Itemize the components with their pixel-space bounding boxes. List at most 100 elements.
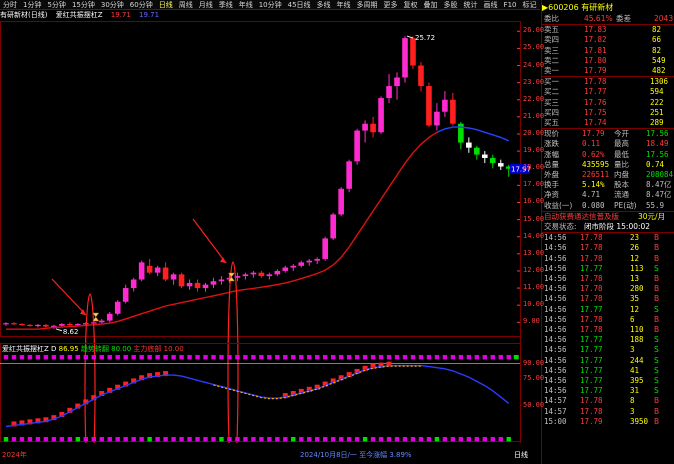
stat-row-5-cell-2: 股本	[614, 180, 629, 190]
period-tab-9[interactable]: 季线	[216, 0, 236, 9]
tick-row-15: 14:56 17.77 31 S	[542, 386, 674, 396]
stat-row-6-cell-0: 净资	[544, 190, 559, 200]
tick-row-10-cell-0: 14:56	[544, 335, 567, 345]
ad-row-cell-0: 自动获费通达信普及版	[544, 211, 619, 221]
candle-body	[362, 123, 368, 131]
kline-chart[interactable]: 25.728.6217.97爱红共振摆杠Z D 86.95 趋势转翻 80.00…	[0, 21, 540, 464]
ask-row-1-cell-0: 卖四	[544, 35, 559, 45]
quote-panel: ▶600206 有研新材 委比 45.61% 委差 2043 卖五 17.83 82 卖四 17.…	[541, 0, 674, 464]
period-tab-16[interactable]: 更多	[381, 0, 401, 9]
indicator-top-marker	[155, 355, 160, 360]
footer-range-label[interactable]: 2024/10月8日/一 至今涨幅 3.89%	[300, 450, 412, 459]
indicator-bottom-marker	[171, 437, 176, 442]
indicator-bottom-marker	[418, 437, 424, 442]
high-marker-line	[406, 35, 414, 39]
indicator-top-marker	[211, 355, 216, 360]
tick-row-1-cell-3: B	[654, 243, 660, 253]
tick-row-1-cell-1: 17.78	[580, 243, 603, 253]
period-tab-14[interactable]: 年线	[334, 0, 354, 9]
period-tab-1[interactable]: 1分钟	[20, 0, 44, 9]
ask-row-0-cell-0: 卖五	[544, 25, 559, 35]
period-tab-10[interactable]: 年线	[236, 0, 256, 9]
candle-body	[67, 324, 73, 326]
tick-row-10-cell-2: 188	[630, 335, 644, 345]
candle-body	[394, 77, 400, 87]
indicator-bottom-marker	[35, 437, 41, 442]
period-tab-12[interactable]: 45日线	[285, 0, 314, 9]
bid-row-4: 买五 17.74 289	[542, 118, 674, 128]
indicator-top-marker	[67, 355, 73, 360]
candle-body	[178, 274, 185, 287]
toolbar-action-3[interactable]: 统计	[461, 0, 481, 9]
indicator-bottom-marker	[307, 437, 312, 442]
period-tab-8[interactable]: 月线	[196, 0, 216, 9]
bid-row-1-cell-2: 594	[650, 87, 664, 97]
stat-row-5-cell-3: 8.47亿	[646, 180, 672, 190]
tick-row-4-cell-3: B	[654, 274, 660, 283]
period-tab-7[interactable]: 周线	[176, 0, 196, 9]
period-tab-0[interactable]: 分时	[0, 0, 20, 9]
indicator-top-marker	[259, 355, 264, 360]
indicator-top-marker	[338, 355, 344, 360]
stat-row-5: 换手 5.14% 股本 8.47亿	[542, 180, 674, 190]
period-tab-2[interactable]: 5分钟	[44, 0, 68, 9]
indicator-bottom-marker	[402, 437, 408, 442]
toolbar-action-0[interactable]: 复权	[401, 0, 421, 9]
indicator-bottom-marker	[291, 437, 296, 442]
indicator-header: 爱红共振摆杠Z D 86.95 趋势转翻 80.00 主力底部 10.00	[2, 344, 184, 353]
period-tab-15[interactable]: 多周期	[354, 0, 381, 9]
tick-row-13-cell-3: S	[654, 365, 659, 375]
bid-row-3: 买四 17.75 251	[542, 108, 674, 118]
candle-body	[370, 123, 376, 133]
candle-body	[11, 323, 17, 325]
toolbar-action-4[interactable]: 画线	[481, 0, 501, 9]
indicator-bottom-marker	[426, 437, 432, 442]
tick-row-6-cell-1: 17.78	[580, 294, 603, 304]
tick-row-6-cell-2: 35	[630, 294, 640, 304]
indicator-bottom-marker	[203, 437, 208, 442]
toolbar-action-7[interactable]: -	[539, 0, 540, 9]
price-axis-tick: 18.00	[523, 163, 545, 172]
indicator-green-marker	[513, 355, 519, 360]
indicator-bottom-marker	[195, 437, 200, 442]
candle-body	[378, 98, 384, 133]
stat-row-7-cell-2: PE(动)	[614, 200, 637, 210]
stat-row-0-cell-0: 现价	[544, 129, 559, 139]
price-axis-tick: 23.00	[523, 77, 545, 86]
tick-row-9-cell-2: 110	[630, 325, 644, 334]
period-tab-3[interactable]: 15分钟	[69, 0, 98, 9]
price-axis-tick: 14.00	[523, 231, 545, 240]
stat-row-2-cell-0: 涨幅	[544, 149, 559, 159]
period-tab-13[interactable]: 多线	[314, 0, 334, 9]
indicator-top-marker	[426, 355, 432, 360]
toolbar-action-6[interactable]: 标记	[519, 0, 539, 9]
indicator-bottom-marker	[51, 437, 57, 442]
tick-row-12-cell-0: 14:56	[544, 355, 567, 365]
period-tab-4[interactable]: 30分钟	[98, 0, 127, 9]
tick-row-16-cell-3: B	[654, 396, 660, 406]
stat-row-2-cell-3: 17.56	[646, 149, 669, 159]
indicator-bottom-marker	[362, 437, 368, 442]
indicator-bottom-marker	[67, 437, 73, 442]
candle-body	[242, 274, 249, 277]
period-tab-6[interactable]: 日线	[156, 0, 176, 9]
period-tab-5[interactable]: 60分钟	[127, 0, 156, 9]
tick-row-0-cell-1: 17.78	[580, 233, 603, 243]
indicator-bottom-marker	[386, 437, 392, 442]
bid-row-4-cell-2: 289	[650, 118, 664, 127]
indicator-top-marker	[482, 355, 487, 360]
bid-row-0: 买一 17.78 1306	[542, 77, 674, 87]
indicator-top-marker	[346, 355, 352, 360]
toolbar-action-1[interactable]: 叠加	[421, 0, 441, 9]
chart-val1: 19.71	[110, 11, 131, 19]
toolbar-action-5[interactable]: F10	[501, 0, 520, 9]
indicator-bottom-marker	[370, 437, 376, 442]
toolbar-action-2[interactable]: 多股	[441, 0, 461, 9]
period-tab-11[interactable]: 10分钟	[256, 0, 285, 9]
indicator-top-marker	[195, 355, 200, 360]
status-row: 交易状态: 闭市阶段 15:00:02	[542, 222, 674, 232]
tick-row-1-cell-2: 26	[630, 243, 640, 253]
price-axis-tick: 12.00	[523, 265, 545, 274]
tick-row-11: 14:56 17.77 3 S	[542, 345, 674, 355]
indicator-bottom-marker	[131, 437, 136, 442]
